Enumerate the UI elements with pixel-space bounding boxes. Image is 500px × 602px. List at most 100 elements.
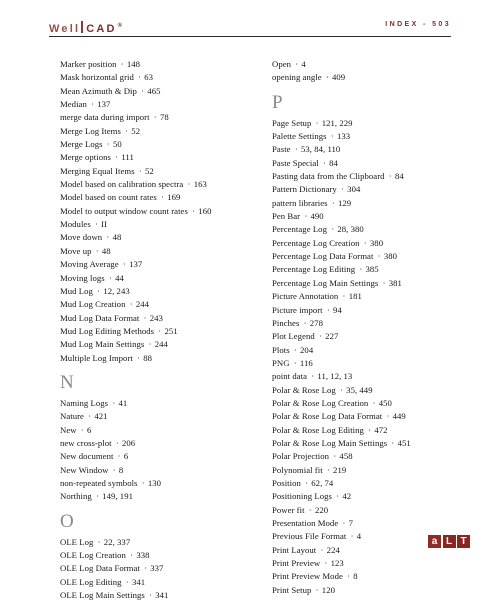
index-entry-pages: 52 — [131, 125, 141, 136]
index-entry: Polar & Rose Log Creation · 450 — [272, 397, 472, 410]
index-entry-pages: 133 — [337, 131, 351, 142]
index-entry: Paste Special · 84 — [272, 157, 472, 170]
index-entry-separator: · — [306, 504, 314, 515]
index-entry-pages: 380 — [369, 237, 384, 248]
index-entry-separator: · — [151, 112, 159, 123]
index-entry-pages: 11, 12, 13 — [317, 371, 353, 382]
index-entry-term: Modules — [60, 219, 91, 230]
index-column-left: Marker position · 148 Mask horizontal gri… — [60, 58, 260, 602]
index-entry-pages: 6 — [86, 424, 92, 435]
index-entry-term: Polynomial fit — [272, 464, 323, 475]
index-entry-separator: · — [340, 291, 348, 302]
index-entry: Moving Average · 137 — [60, 258, 260, 271]
index-entry-term: Nature — [60, 411, 84, 422]
index-entry-pages: 385 — [365, 264, 379, 275]
index-entry-term: Moving Average — [60, 259, 119, 270]
index-entry-separator: · — [380, 277, 388, 288]
index-entry-separator: · — [324, 304, 333, 315]
index-entry-separator: · — [370, 397, 378, 408]
index-entry-pages: 41 — [118, 397, 128, 408]
index-entry-term: Page Setup — [272, 117, 312, 128]
index-entry-pages: 53, 84, 110 — [300, 144, 341, 155]
index-entry: New Window · 8 — [60, 464, 260, 477]
index-entry-term: Plots — [272, 344, 290, 355]
index-entry-pages: 380 — [383, 251, 397, 262]
index-entry-pages: 278 — [309, 317, 323, 328]
index-entry-separator: · — [141, 312, 149, 323]
index-entry-pages: 219 — [333, 464, 347, 475]
index-entry-separator: · — [185, 179, 193, 190]
index-entry: Mud Log Data Format · 243 — [60, 312, 260, 325]
index-entry-pages: 130 — [147, 477, 162, 488]
index-entry: OLE Log Main Settings · 341 — [60, 589, 260, 602]
index-entry-pages: 409 — [332, 72, 346, 83]
index-entry-term: Median — [60, 99, 87, 110]
index-entry-separator: · — [93, 491, 102, 502]
index-entry: Plots · 204 — [272, 344, 472, 357]
index-entry-separator: · — [313, 584, 321, 595]
index-entry-pages: 22, 337 — [103, 536, 131, 547]
index-entry-pages: 341 — [155, 590, 169, 601]
index-entry: OLE Log · 22, 337 — [60, 536, 260, 549]
index-entry-separator: · — [328, 131, 336, 142]
index-entry-term: OLE Log Editing — [60, 576, 122, 587]
index-entry: Merge Logs · 50 — [60, 138, 260, 151]
index-entry-separator: · — [92, 219, 101, 230]
index-entry-term: Print Layout — [272, 544, 317, 555]
index-entry-pages: 62, 74 — [311, 477, 334, 488]
index-entry-separator: · — [357, 264, 365, 275]
index-entry-term: merge data during import — [60, 112, 150, 123]
index-entry-separator: · — [316, 331, 325, 342]
index-entry-pages: 181 — [348, 291, 362, 302]
index-entry-term: Palette Settings — [272, 131, 327, 142]
index-entry-term: Naming Logs — [60, 397, 109, 408]
index-entry-separator: · — [127, 550, 136, 560]
index-entry-term: Print Setup — [272, 584, 312, 595]
index-entry-separator: · — [318, 544, 326, 555]
index-entry-pages: 149, 191 — [102, 491, 133, 502]
index-entry: Percentage Log Editing · 385 — [272, 263, 472, 276]
index-entry-separator: · — [122, 125, 131, 136]
index-entry-term: Presentation Mode — [272, 518, 339, 528]
index-entry-pages: 163 — [193, 179, 207, 190]
index-entry-separator: · — [384, 411, 392, 422]
index-entry-term: Model to output window count rates — [60, 205, 188, 216]
index-entry: Palette Settings · 133 — [272, 130, 472, 143]
index-entry: Moving logs · 44 — [60, 272, 260, 285]
index-entry: Move down · 48 — [60, 231, 260, 244]
index-entry: Model to output window count rates · 160 — [60, 205, 260, 218]
index-entry-pages: 94 — [333, 304, 342, 315]
index-entry-separator: · — [389, 437, 397, 448]
index-entry: Mud Log Editing Methods · 251 — [60, 325, 260, 338]
index-entry: New document · 6 — [60, 450, 260, 463]
index-entry-term: Polar & Rose Log Main Settings — [272, 437, 388, 448]
index-entry-separator: · — [344, 571, 353, 582]
index-entry-term: Mud Log — [60, 285, 93, 296]
index-entry: Mud Log Creation · 244 — [60, 298, 260, 311]
index-entry-term: New — [60, 424, 77, 435]
index-entry-term: Paste Special — [272, 157, 319, 168]
index-entry: Pen Bar · 490 — [272, 210, 472, 223]
index-entry-pages: 111 — [121, 152, 134, 163]
index-entry-separator: · — [340, 518, 348, 528]
header-divider-rule — [49, 36, 451, 38]
index-entry-term: Pasting data from the Clipboard — [272, 171, 385, 182]
index-entry-pages: 84 — [394, 171, 404, 182]
index-entry-pages: 220 — [314, 504, 329, 515]
index-entry-pages: 421 — [94, 411, 108, 422]
index-entry-pages: 7 — [348, 518, 354, 528]
index-entry: OLE Log Creation · 338 — [60, 549, 260, 562]
index-entry-pages: 458 — [339, 451, 353, 462]
brand-divider-bar — [81, 21, 84, 33]
index-entry-pages: 52 — [145, 165, 154, 176]
index-entry-term: Mud Log Editing Methods — [60, 325, 155, 336]
index-entry-pages: II — [101, 219, 108, 230]
index-entry-pages: 243 — [149, 312, 163, 323]
index-entry-term: Percentage Log Main Settings — [272, 277, 379, 288]
index-entry-term: Pinches — [272, 317, 300, 328]
index-entry-pages: 4 — [301, 59, 306, 69]
index-entry-separator: · — [78, 424, 86, 435]
index-entry-pages: 304 — [347, 184, 361, 195]
index-entry-term: Marker position — [60, 59, 117, 69]
index-entry: Polar & Rose Log Main Settings · 451 — [272, 437, 472, 450]
